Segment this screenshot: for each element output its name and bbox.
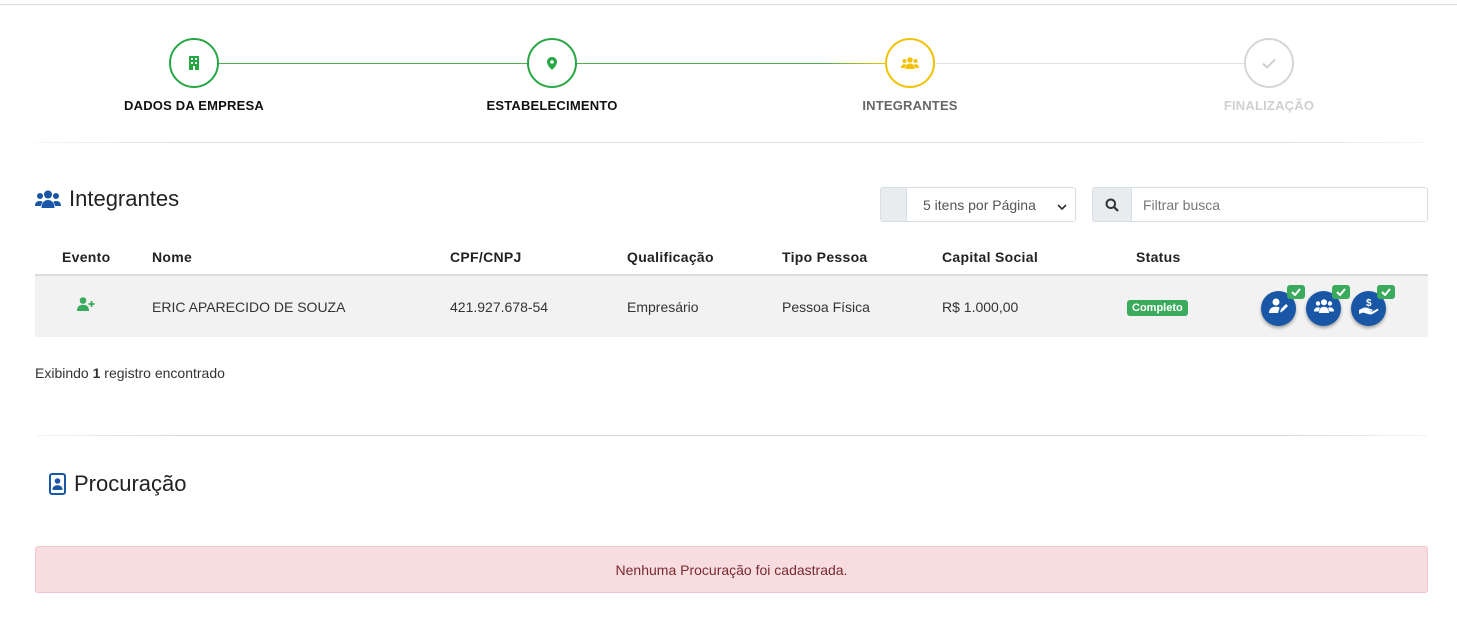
divider bbox=[35, 142, 1428, 143]
divider bbox=[35, 435, 1428, 436]
edit-user-button[interactable] bbox=[1261, 285, 1305, 326]
integrantes-table: Evento Nome CPF/CNPJ Qualificação Tipo P… bbox=[35, 240, 1428, 337]
capital-button[interactable]: $ bbox=[1351, 285, 1395, 326]
table-header: Evento Nome CPF/CNPJ Qualificação Tipo P… bbox=[35, 240, 1428, 276]
step-label: FINALIZAÇÃO bbox=[1223, 98, 1315, 113]
map-marker-icon bbox=[527, 38, 577, 88]
column-header-qualificacao[interactable]: Qualificação bbox=[627, 249, 714, 265]
svg-text:$: $ bbox=[1366, 298, 1372, 309]
step-label: INTEGRANTES bbox=[862, 98, 958, 113]
check-icon bbox=[1332, 285, 1350, 299]
cell-nome: ERIC APARECIDO DE SOUZA bbox=[152, 299, 346, 315]
integrantes-heading: Integrantes bbox=[35, 186, 179, 212]
column-header-status[interactable]: Status bbox=[1136, 249, 1181, 265]
search-input[interactable] bbox=[1132, 188, 1427, 221]
column-header-evento[interactable]: Evento bbox=[62, 249, 110, 265]
items-per-page-select[interactable]: 5 itens por Página bbox=[880, 187, 1076, 222]
step-dados-da-empresa[interactable]: DADOS DA EMPRESA bbox=[94, 38, 294, 113]
alert-message: Nenhuma Procuração foi cadastrada. bbox=[615, 561, 848, 578]
column-header-tipo-pessoa[interactable]: Tipo Pessoa bbox=[782, 249, 868, 265]
search-box bbox=[1092, 187, 1428, 222]
section-title: Procuração bbox=[74, 471, 187, 496]
progress-stepper: DADOS DA EMPRESA ESTABELECIMENTO INTEGRA… bbox=[0, 0, 1457, 130]
check-icon bbox=[1244, 38, 1294, 88]
empty-procuracao-alert: Nenhuma Procuração foi cadastrada. bbox=[35, 546, 1428, 593]
column-header-capital-social[interactable]: Capital Social bbox=[942, 249, 1038, 265]
status-badge: Completo bbox=[1127, 300, 1188, 316]
user-plus-icon bbox=[77, 297, 95, 314]
hand-holding-dollar-icon: $ bbox=[1358, 297, 1379, 320]
step-finalizacao[interactable]: FINALIZAÇÃO bbox=[1169, 38, 1369, 113]
chevron-down-icon bbox=[1057, 197, 1067, 213]
check-icon bbox=[1377, 285, 1395, 299]
step-estabelecimento[interactable]: ESTABELECIMENTO bbox=[452, 38, 652, 113]
cell-qualificacao: Empresário bbox=[627, 299, 699, 315]
building-icon bbox=[169, 38, 219, 88]
users-icon bbox=[1313, 299, 1334, 318]
step-label: ESTABELECIMENTO bbox=[486, 98, 618, 113]
per-page-value: 5 itens por Página bbox=[923, 196, 1036, 213]
search-icon[interactable] bbox=[1093, 188, 1132, 221]
records-summary: Exibindo 1 registro encontrado bbox=[35, 365, 225, 381]
users-icon bbox=[885, 38, 935, 88]
step-label: DADOS DA EMPRESA bbox=[124, 98, 264, 113]
records-suffix: registro encontrado bbox=[104, 365, 225, 381]
step-integrantes[interactable]: INTEGRANTES bbox=[810, 38, 1010, 113]
select-addon bbox=[881, 188, 907, 221]
section-title: Integrantes bbox=[69, 186, 180, 211]
procuracao-heading: Procuração bbox=[49, 471, 187, 497]
column-header-nome[interactable]: Nome bbox=[152, 249, 192, 265]
users-icon bbox=[35, 190, 61, 208]
user-edit-icon bbox=[1268, 298, 1289, 319]
cell-capital-social: R$ 1.000,00 bbox=[942, 299, 1019, 315]
records-prefix: Exibindo bbox=[35, 365, 89, 381]
table-row: ERIC APARECIDO DE SOUZA 421.927.678-54 E… bbox=[35, 276, 1428, 337]
id-badge-icon bbox=[49, 473, 66, 495]
check-icon bbox=[1287, 285, 1305, 299]
members-button[interactable] bbox=[1306, 285, 1350, 326]
cell-cpf: 421.927.678-54 bbox=[450, 299, 549, 315]
cell-tipo-pessoa: Pessoa Física bbox=[782, 299, 870, 315]
records-count: 1 bbox=[92, 365, 101, 381]
column-header-cpf-cnpj[interactable]: CPF/CNPJ bbox=[450, 249, 522, 265]
